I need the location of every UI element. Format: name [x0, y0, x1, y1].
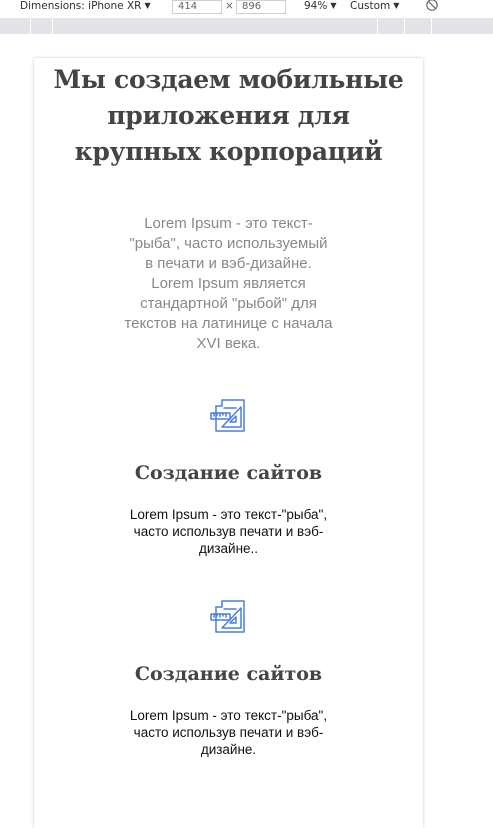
ruler-divider — [52, 18, 53, 34]
dimensions-dropdown[interactable]: Dimensions: iPhone XR ▼ — [20, 0, 151, 16]
service-description: Lorem Ipsum - это текст-"рыба", часто ис… — [129, 507, 328, 556]
rotate-button[interactable] — [425, 0, 439, 14]
times-sign: × — [225, 0, 234, 12]
zoom-label: 94% — [304, 0, 328, 12]
throttle-label: Custom — [350, 0, 391, 12]
dropdown-arrow-icon: ▼ — [393, 1, 400, 10]
ruler-divider — [431, 18, 432, 34]
drafting-tools-icon — [209, 600, 245, 633]
ruler-divider — [30, 18, 31, 34]
ruler-divider — [404, 18, 405, 34]
service-description: Lorem Ipsum - это текст-"рыба", часто ис… — [129, 708, 328, 757]
device-viewport: Мы создаем мобильные приложения для круп… — [34, 58, 423, 828]
page-title: Мы создаем мобильные приложения для круп… — [53, 65, 404, 166]
width-input[interactable]: 414 — [172, 0, 222, 14]
service-card: Создание сайтов Lorem Ipsum - это текст-… — [34, 595, 423, 758]
dimensions-label: Dimensions: iPhone XR — [20, 0, 142, 12]
service-title: Создание сайтов — [134, 462, 323, 484]
height-input[interactable]: 896 — [236, 0, 286, 14]
device-toolbar: Dimensions: iPhone XR ▼ 414 × 896 94% ▼ Cu… — [0, 0, 493, 16]
media-query-ruler[interactable] — [0, 18, 493, 34]
ruler-divider — [377, 18, 378, 34]
rotate-icon — [426, 0, 438, 11]
dropdown-arrow-icon: ▼ — [330, 1, 337, 10]
service-card: Создание сайтов Lorem Ipsum - это текст-… — [34, 394, 423, 557]
drafting-tools-icon — [209, 399, 245, 432]
throttle-dropdown[interactable]: Custom ▼ — [350, 0, 399, 16]
hero-description: Lorem Ipsum - это текст-"рыба", часто ис… — [124, 215, 333, 352]
dropdown-arrow-icon: ▼ — [144, 1, 151, 10]
service-title: Создание сайтов — [134, 663, 323, 685]
zoom-dropdown[interactable]: 94% ▼ — [304, 0, 337, 16]
